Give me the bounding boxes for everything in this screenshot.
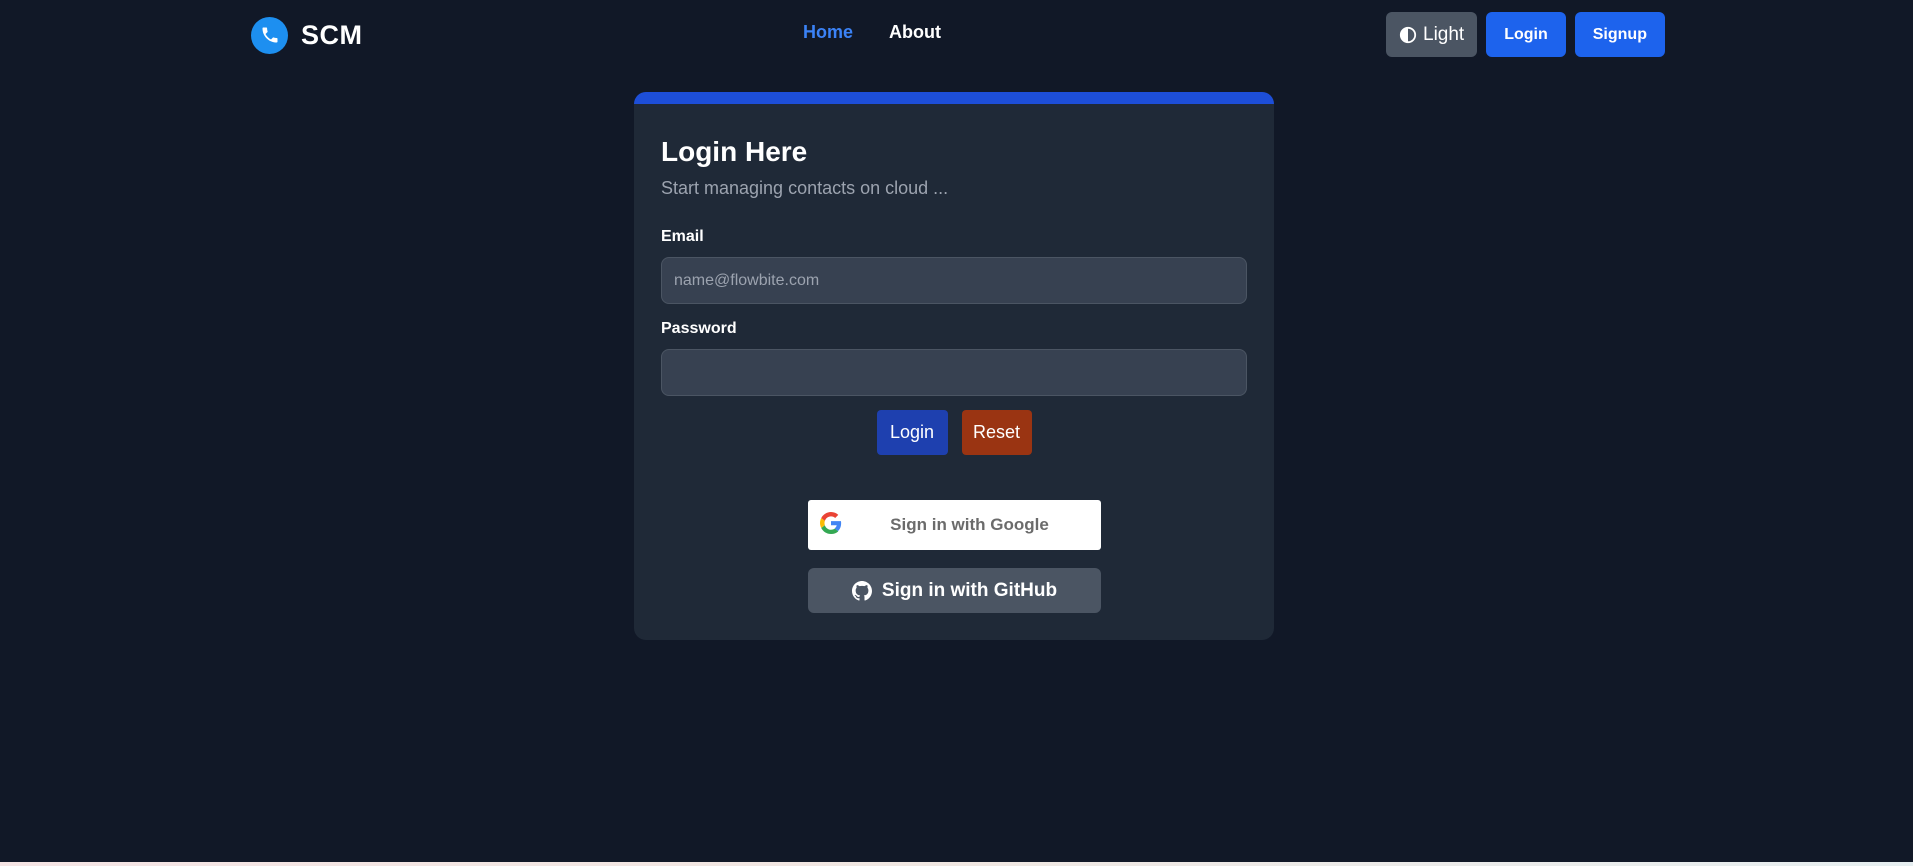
theme-toggle-label: Light [1423,23,1465,45]
nav-link-about[interactable]: About [889,22,941,43]
email-label: Email [661,228,704,245]
nav-links: Home About [803,22,941,43]
github-signin-button[interactable]: Sign in with GitHub [808,568,1101,613]
login-card: Login Here Start managing contacts on cl… [634,92,1274,640]
theme-toggle-button[interactable]: Light [1386,12,1478,57]
nav-actions: Light Login Signup [1386,12,1665,57]
github-signin-label: Sign in with GitHub [881,579,1058,601]
login-submit-button[interactable]: Login [876,410,948,455]
phone-icon [251,16,288,54]
card-accent-bar [634,92,1274,104]
google-signin-button[interactable]: Sign in with Google [808,500,1101,550]
login-subtitle: Start managing contacts on cloud ... [661,178,949,198]
reset-button[interactable]: Reset [961,410,1032,455]
login-title: Login Here [661,136,808,167]
nav-link-home[interactable]: Home [803,22,853,43]
nav-signup-button[interactable]: Signup [1574,12,1665,57]
brand-link[interactable]: SCM [251,16,363,54]
contrast-icon [1399,26,1417,44]
password-label: Password [661,320,737,337]
password-field[interactable] [661,349,1247,396]
email-field[interactable] [661,257,1247,304]
page: SCM Home About Light Login Signup Login … [0,0,1913,866]
nav-login-button[interactable]: Login [1486,12,1566,57]
bottom-border [0,862,1913,866]
navbar: SCM Home About Light Login Signup [0,0,1913,70]
form-actions: Login Reset [634,410,1274,455]
github-icon [851,580,872,601]
brand-name: SCM [301,19,363,50]
google-signin-label: Sign in with Google [890,515,1049,534]
